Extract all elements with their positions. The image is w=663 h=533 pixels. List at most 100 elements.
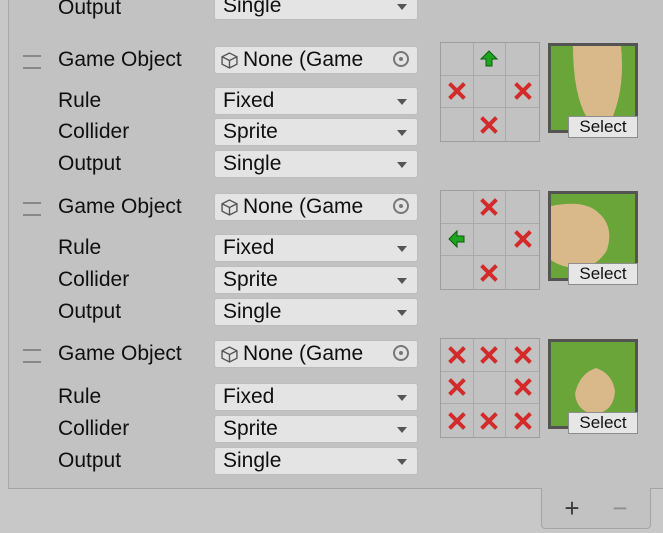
rule-value: Fixed — [223, 236, 275, 259]
collider-label: Collider — [58, 417, 130, 440]
rule-value: Fixed — [223, 89, 275, 112]
collider-value: Sprite — [223, 268, 278, 291]
neighbor-cell — [473, 75, 507, 109]
output-value: Single — [223, 152, 282, 175]
x-mark-icon — [480, 263, 499, 282]
collider-dropdown[interactable]: Sprite — [214, 266, 418, 294]
game-object-value: None (Game — [243, 195, 364, 218]
output-value: Single — [223, 300, 282, 323]
neighbor-cell[interactable] — [506, 339, 539, 372]
rule-label: Rule — [58, 236, 102, 259]
collider-dropdown[interactable]: Sprite — [214, 118, 418, 146]
neighbor-cell[interactable] — [474, 256, 507, 289]
output-label: Output — [58, 300, 122, 323]
neighbor-cell[interactable] — [506, 108, 539, 141]
collider-dropdown[interactable]: Sprite — [214, 415, 418, 443]
neighbor-cell[interactable] — [506, 256, 539, 289]
rule-label: Rule — [58, 385, 102, 408]
neighbor-cell[interactable] — [506, 43, 539, 76]
neighbor-cell[interactable] — [473, 43, 507, 76]
neighbor-cell[interactable] — [441, 256, 474, 289]
select-sprite-button[interactable]: Select — [568, 263, 638, 285]
neighbor-cell[interactable] — [441, 404, 474, 437]
object-picker-icon[interactable] — [393, 345, 409, 361]
chevron-down-icon — [397, 99, 407, 105]
cube-icon — [221, 52, 238, 69]
chevron-down-icon — [397, 246, 407, 252]
drag-handle-icon[interactable] — [23, 349, 41, 363]
object-picker-icon[interactable] — [393, 198, 409, 214]
collider-label: Collider — [58, 120, 130, 143]
rule-label: Rule — [58, 89, 102, 112]
neighbor-cell[interactable] — [441, 339, 474, 372]
x-mark-icon — [480, 115, 499, 134]
x-mark-icon — [480, 197, 499, 216]
neighbor-cell — [473, 223, 507, 257]
rule-value: Fixed — [223, 385, 275, 408]
neighbor-cell[interactable] — [474, 108, 507, 141]
game-object-field[interactable]: None (Game — [214, 340, 418, 368]
drag-handle-icon[interactable] — [23, 55, 41, 69]
select-sprite-button[interactable]: Select — [568, 116, 638, 138]
output-dropdown-partial[interactable]: Single — [214, 0, 418, 20]
select-sprite-button[interactable]: Select — [568, 412, 638, 434]
neighbor-grid — [440, 190, 540, 290]
neighbor-cell[interactable] — [441, 371, 474, 405]
x-mark-icon — [513, 345, 532, 364]
x-mark-icon — [447, 82, 466, 101]
drag-handle-icon[interactable] — [23, 202, 41, 216]
x-mark-icon — [513, 378, 532, 397]
output-value: Single — [223, 449, 282, 472]
neighbor-cell[interactable] — [506, 404, 539, 437]
list-footer: + − — [8, 488, 663, 533]
output-dropdown[interactable]: Single — [214, 150, 418, 178]
neighbor-grid — [440, 338, 540, 438]
rule-dropdown[interactable]: Fixed — [214, 234, 418, 262]
neighbor-cell — [473, 371, 507, 405]
add-rule-button[interactable]: + — [552, 494, 592, 522]
cube-icon — [221, 199, 238, 216]
neighbor-cell[interactable] — [506, 76, 539, 109]
collider-label: Collider — [58, 268, 130, 291]
neighbor-cell[interactable] — [474, 404, 507, 437]
neighbor-cell[interactable] — [441, 43, 474, 76]
x-mark-icon — [513, 411, 532, 430]
neighbor-cell[interactable] — [506, 191, 539, 224]
game-object-value: None (Game — [243, 342, 364, 365]
game-object-field[interactable]: None (Game — [214, 193, 418, 221]
neighbor-grid — [440, 42, 540, 142]
chevron-down-icon — [397, 310, 407, 316]
x-mark-icon — [480, 345, 499, 364]
x-mark-icon — [447, 345, 466, 364]
x-mark-icon — [513, 230, 532, 249]
neighbor-cell[interactable] — [506, 372, 539, 405]
output-dropdown[interactable]: Single — [214, 298, 418, 326]
game-object-label: Game Object — [58, 48, 182, 71]
remove-rule-button[interactable]: − — [600, 494, 640, 522]
cube-icon — [221, 346, 238, 363]
game-object-label: Game Object — [58, 195, 182, 218]
up-arrow-icon — [480, 50, 499, 67]
neighbor-cell[interactable] — [441, 108, 474, 141]
neighbor-cell[interactable] — [473, 191, 507, 224]
rule-dropdown[interactable]: Fixed — [214, 87, 418, 115]
neighbor-cell[interactable] — [473, 339, 507, 372]
neighbor-cell[interactable] — [441, 223, 474, 257]
game-object-field[interactable]: None (Game — [214, 46, 418, 74]
collider-value: Sprite — [223, 417, 278, 440]
game-object-value: None (Game — [243, 48, 364, 71]
rule-dropdown[interactable]: Fixed — [214, 383, 418, 411]
chevron-down-icon — [397, 130, 407, 136]
chevron-down-icon — [397, 278, 407, 284]
chevron-down-icon — [397, 459, 407, 465]
chevron-down-icon — [397, 427, 407, 433]
neighbor-cell[interactable] — [441, 191, 474, 224]
output-label: Output — [58, 152, 122, 175]
object-picker-icon[interactable] — [393, 51, 409, 67]
neighbor-cell[interactable] — [441, 75, 474, 109]
chevron-down-icon — [397, 4, 407, 10]
neighbor-cell[interactable] — [506, 224, 539, 257]
chevron-down-icon — [397, 395, 407, 401]
footer-button-group: + − — [541, 488, 651, 529]
output-dropdown[interactable]: Single — [214, 447, 418, 475]
